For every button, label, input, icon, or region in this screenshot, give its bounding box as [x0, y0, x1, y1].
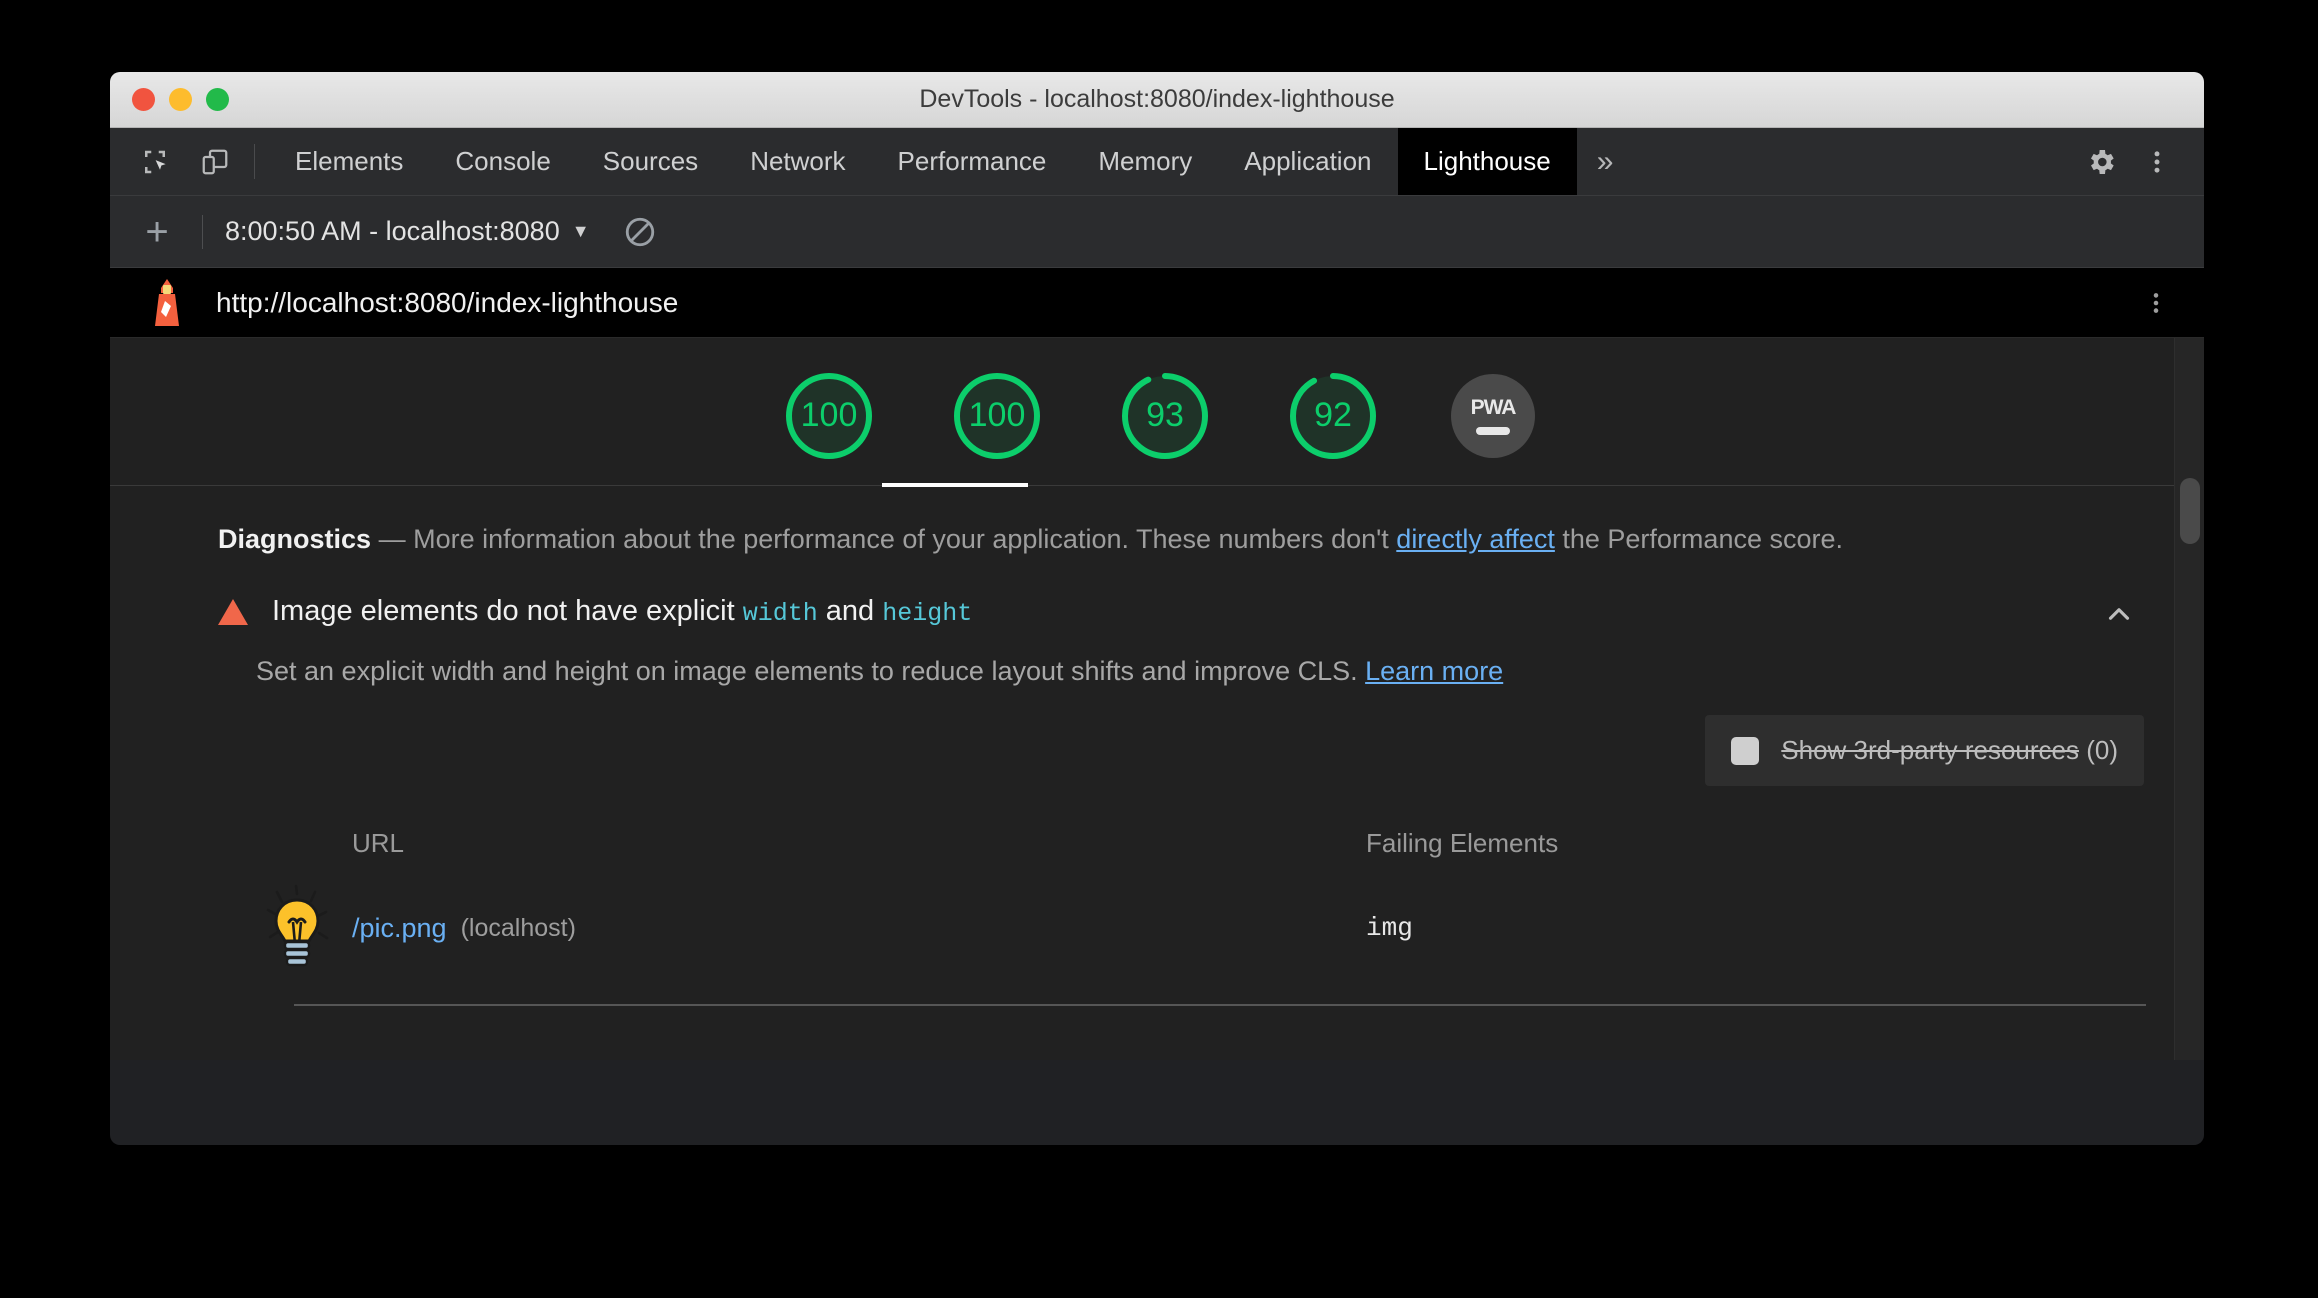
- lightbulb-thumbnail: [256, 882, 352, 974]
- show-third-party-label: Show 3rd-party resources (0): [1781, 735, 2118, 766]
- device-toolbar-icon[interactable]: [192, 139, 238, 185]
- close-window-button[interactable]: [132, 88, 155, 111]
- diagnostics-text-after: the Performance score.: [1554, 524, 1844, 554]
- warning-triangle-icon: [218, 598, 248, 625]
- window-controls: [132, 88, 229, 111]
- window-title: DevTools - localhost:8080/index-lighthou…: [919, 85, 1395, 113]
- table-cell-url: /pic.png (localhost): [256, 882, 1366, 974]
- tab-console[interactable]: Console: [429, 128, 576, 195]
- tab-memory[interactable]: Memory: [1072, 128, 1218, 195]
- score-value: 100: [968, 396, 1026, 434]
- devtools-tab-list: Elements Console Sources Network Perform…: [269, 128, 2037, 195]
- directly-affect-link[interactable]: directly affect: [1396, 524, 1555, 554]
- window-titlebar: DevTools - localhost:8080/index-lighthou…: [110, 72, 2204, 128]
- tab-performance[interactable]: Performance: [872, 128, 1073, 195]
- report-scrollbar-thumb[interactable]: [2180, 478, 2200, 544]
- score-value: 100: [800, 396, 858, 434]
- score-gauge-pwa[interactable]: PWA: [1451, 373, 1535, 458]
- audit-results-table: URL Failing Elements /pic.png (localhost…: [218, 812, 2146, 1007]
- learn-more-link[interactable]: Learn more: [1365, 656, 1503, 686]
- table-header-url: URL: [352, 827, 405, 858]
- audit-title-part2: and: [817, 595, 883, 628]
- report-run-label: 8:00:50 AM - localhost:8080: [225, 216, 560, 246]
- show-third-party-text: Show 3rd-party resources: [1781, 735, 2079, 766]
- chevron-down-icon: ▼: [571, 221, 590, 241]
- resource-url-link[interactable]: /pic.png: [352, 913, 447, 944]
- devtools-tabbar: Elements Console Sources Network Perform…: [110, 128, 2204, 196]
- audit-title-code-height: height: [882, 599, 973, 629]
- audit-title-part1: Image elements do not have explicit: [272, 595, 743, 628]
- audit-title-code-width: width: [742, 599, 818, 629]
- diagnostics-dash: —: [378, 524, 406, 554]
- toolbar-divider: [254, 144, 255, 179]
- diagnostics-description: Diagnostics — More information about the…: [218, 520, 2146, 559]
- audit-description: Set an explicit width and height on imag…: [218, 656, 2146, 687]
- selected-gauge-indicator: [882, 483, 1028, 487]
- report-body: 100 100 93 92 PWA Diagnostics — More inf…: [110, 338, 2204, 1060]
- maximize-window-button[interactable]: [206, 88, 229, 111]
- more-tabs-button[interactable]: »: [1577, 128, 1634, 195]
- tab-sources[interactable]: Sources: [577, 128, 724, 195]
- audit-item-image-size-responsive: Image elements do not have explicit widt…: [110, 595, 2204, 1007]
- score-gauges-strip: 100 100 93 92 PWA: [110, 338, 2204, 487]
- audit-title: Image elements do not have explicit widt…: [272, 595, 972, 628]
- tab-application[interactable]: Application: [1218, 128, 1397, 195]
- third-party-count: (0): [2086, 735, 2118, 766]
- minimize-window-button[interactable]: [169, 88, 192, 111]
- lighthouse-panel-toolbar: + 8:00:50 AM - localhost:8080 ▼: [110, 196, 2204, 268]
- third-party-filter[interactable]: Show 3rd-party resources (0): [1705, 715, 2144, 787]
- audit-description-text: Set an explicit width and height on imag…: [256, 656, 1366, 687]
- lighthouse-logo-icon: [144, 277, 190, 329]
- pwa-label: PWA: [1470, 396, 1517, 419]
- settings-gear-icon[interactable]: [2078, 139, 2124, 185]
- tab-lighthouse[interactable]: Lighthouse: [1397, 128, 1577, 195]
- toolbar-separator: [202, 214, 203, 249]
- score-gauge-best-practices[interactable]: 93: [1115, 366, 1215, 466]
- table-row: /pic.png (localhost) img: [256, 874, 2146, 982]
- chevron-up-icon[interactable]: [2102, 597, 2136, 636]
- score-gauge-seo[interactable]: 92: [1283, 366, 1383, 466]
- report-run-selector[interactable]: 8:00:50 AM - localhost:8080 ▼: [225, 216, 590, 247]
- resource-host: (localhost): [460, 913, 576, 942]
- score-gauge-accessibility[interactable]: 100: [947, 366, 1047, 466]
- new-report-button[interactable]: +: [134, 212, 180, 252]
- pwa-null-dash-icon: [1476, 427, 1510, 435]
- devtools-tool-icons: [110, 128, 238, 195]
- devtools-tabbar-right: [2037, 128, 2204, 195]
- report-scrollbar[interactable]: [2174, 338, 2204, 1060]
- table-cell-failing-element: img: [1366, 913, 1413, 944]
- table-bottom-divider: [294, 1004, 2146, 1007]
- table-header-row: URL Failing Elements: [256, 812, 2146, 874]
- diagnostics-text-before: More information about the performance o…: [413, 524, 1397, 554]
- score-gauge-performance[interactable]: 100: [779, 366, 879, 466]
- report-options-kebab-icon[interactable]: [2136, 280, 2176, 326]
- score-value: 92: [1314, 396, 1352, 434]
- tab-elements[interactable]: Elements: [269, 128, 429, 195]
- devtools-window: DevTools - localhost:8080/index-lighthou…: [110, 72, 2204, 1145]
- report-url: http://localhost:8080/index-lighthouse: [216, 286, 679, 318]
- third-party-filter-row: Show 3rd-party resources (0): [218, 715, 2146, 787]
- table-header-failing-elements: Failing Elements: [1366, 827, 1559, 858]
- clear-all-icon[interactable]: [620, 212, 660, 252]
- inspect-element-icon[interactable]: [132, 139, 178, 185]
- diagnostics-section: Diagnostics — More information about the…: [110, 486, 2204, 559]
- report-header: http://localhost:8080/index-lighthouse: [110, 268, 2204, 338]
- tab-network[interactable]: Network: [724, 128, 871, 195]
- diagnostics-title: Diagnostics: [218, 524, 372, 554]
- score-value: 93: [1146, 396, 1184, 434]
- desktop-backdrop: DevTools - localhost:8080/index-lighthou…: [0, 0, 2318, 1298]
- show-third-party-checkbox[interactable]: [1731, 736, 1760, 765]
- audit-header[interactable]: Image elements do not have explicit widt…: [218, 595, 2146, 628]
- more-options-kebab-icon[interactable]: [2134, 139, 2180, 185]
